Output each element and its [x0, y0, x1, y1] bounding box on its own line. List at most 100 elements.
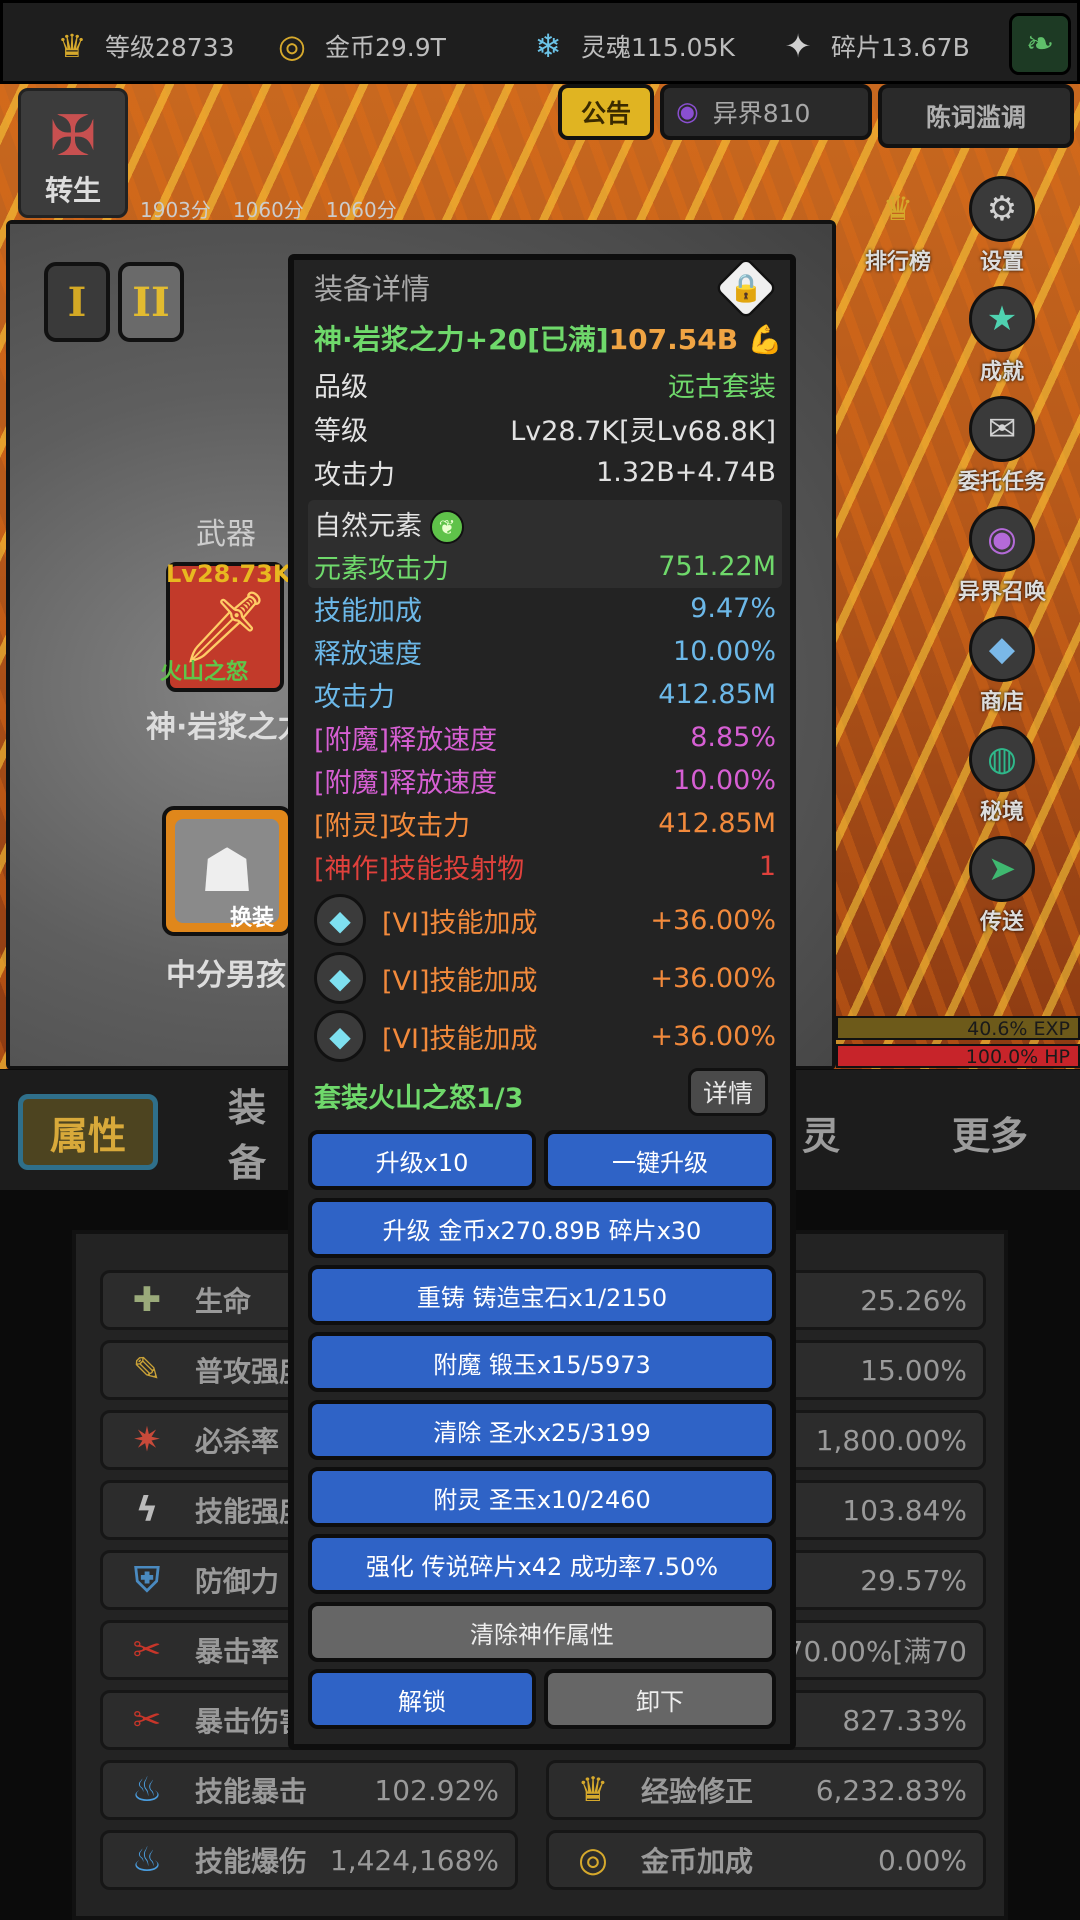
slash-icon: ✂ — [132, 1700, 162, 1740]
otherworld-button[interactable]: ◉ 异界810 — [660, 84, 872, 140]
spirit-attach-button[interactable]: 附灵 圣玉x10/2460 — [308, 1467, 776, 1527]
row-key: 攻击力 — [314, 681, 395, 713]
affix-row: 释放速度 10.00% — [314, 631, 776, 671]
enchant-button[interactable]: 附魔 锻玉x15/5973 — [308, 1332, 776, 1392]
coin-icon: ◎ — [578, 1840, 608, 1880]
equipment-title: 神·岩浆之力+20[已满] — [314, 323, 609, 356]
nature-leaf-icon: ❦ — [430, 510, 464, 545]
equipment-power: 107.54B — [608, 323, 739, 356]
quest-button[interactable]: ✉ 委托任务 — [942, 396, 1062, 496]
slash-icon: ✂ — [132, 1630, 162, 1670]
crown-icon: ♛ — [577, 1770, 609, 1810]
gem-key: [VI]技能加成 — [382, 907, 538, 939]
row-value: 10.00% — [673, 764, 776, 796]
achievements-button[interactable]: ★ 成就 — [942, 286, 1062, 386]
affix-row: [神作]技能投射物 1 — [314, 846, 776, 886]
upgrade-cost-button[interactable]: 升级 金币x270.89B 碎片x30 — [308, 1198, 776, 1258]
stat-value: 6,232.83% — [815, 1773, 967, 1807]
element-name: 自然元素 — [314, 510, 422, 542]
health-icon: ✚ — [132, 1280, 162, 1320]
quest-icon: ✉ — [969, 396, 1035, 462]
set-progress: 套装火山之怒1/3 — [314, 1083, 524, 1114]
tab-spirit[interactable]: 灵 — [796, 1094, 846, 1170]
shop-button[interactable]: ◆ 商店 — [942, 616, 1062, 716]
row-element-attack: 元素攻击力 751.22M — [314, 546, 776, 586]
row-key: 攻击力 — [314, 459, 395, 491]
gem-value: +36.00% — [650, 1020, 776, 1052]
rebirth-button[interactable]: ✠ 转生 — [18, 88, 128, 218]
shop-label: 商店 — [979, 690, 1024, 715]
clear-button[interactable]: 清除 圣水x25/3199 — [308, 1400, 776, 1460]
weapon-level: Lv28.73K — [166, 560, 292, 588]
row-key: 等级 — [314, 415, 368, 447]
stat-exp-modifier: ♛ 经验修正 6,232.83% — [546, 1760, 986, 1820]
soul-resource: ❄ 灵魂115.05K — [525, 21, 735, 71]
stat-value: 25.26% — [860, 1283, 967, 1317]
unlock-button[interactable]: 解锁 — [308, 1669, 536, 1729]
stat-value: 103.84% — [842, 1493, 967, 1527]
tab-attributes[interactable]: 属性 — [18, 1094, 158, 1170]
row-key: 元素攻击力 — [314, 553, 449, 585]
ranking-label: 排行榜 — [864, 250, 931, 275]
skill-timers: 1903分 1060分 1060分 — [140, 194, 397, 223]
crit-icon: ✷ — [132, 1420, 162, 1460]
rebirth-label: 转生 — [44, 174, 101, 207]
row-value: 1.32B+4.74B — [596, 456, 776, 488]
clear-divine-button[interactable]: 清除神作属性 — [308, 1602, 776, 1662]
row-value: 远古套装 — [668, 371, 776, 403]
muscle-icon: 💪 — [747, 323, 783, 356]
set-detail-button[interactable]: 详情 — [688, 1068, 768, 1116]
secret-realm-button[interactable]: ◍ 秘境 — [942, 726, 1062, 826]
stat-value: 1,800.00% — [815, 1423, 967, 1457]
otherworld-summon-button[interactable]: ◉ 异界召唤 — [942, 506, 1062, 606]
unequip-button[interactable]: 卸下 — [544, 1669, 776, 1729]
soul-icon: ❄ — [534, 27, 562, 65]
level-resource: ♛ 等级28733 — [49, 21, 235, 71]
one-click-upgrade-button[interactable]: 一键升级 — [544, 1130, 776, 1190]
stat-value: 102.92% — [374, 1773, 499, 1807]
affix-row: 技能加成 9.47% — [314, 588, 776, 628]
row-value: 412.85M — [658, 678, 776, 710]
row-key: [附魔]释放速度 — [314, 724, 498, 756]
loadout-tab-1[interactable]: I — [44, 262, 110, 342]
hp-bar: 100.0% HP — [836, 1044, 1080, 1068]
upgrade-x10-button[interactable]: 升级x10 — [308, 1130, 536, 1190]
otherworld-label: 异界810 — [712, 99, 811, 128]
stat-name: 金币加成 — [641, 1845, 754, 1878]
diamond-icon: ◆ — [314, 1010, 366, 1062]
row-value: 751.22M — [658, 550, 776, 582]
lightning-icon: ϟ — [135, 1490, 159, 1530]
ranking-button[interactable]: ♛ 排行榜 — [838, 176, 958, 276]
stat-value: 0.00% — [878, 1843, 967, 1877]
strengthen-button[interactable]: 强化 传说碎片x42 成功率7.50% — [308, 1534, 776, 1594]
trophy-icon: ♛ — [882, 189, 914, 229]
row-value: 9.47% — [690, 592, 776, 624]
gem-value: +36.00% — [650, 962, 776, 994]
reforge-button[interactable]: 重铸 铸造宝石x1/2150 — [308, 1265, 776, 1325]
stat-value: 70.00%[满70 — [785, 1635, 967, 1668]
leaf-menu-icon[interactable]: ❧ — [1009, 13, 1071, 75]
achievements-label: 成就 — [979, 360, 1024, 385]
notice-button[interactable]: 公告 — [558, 84, 654, 140]
lock-icon[interactable]: 🔒 — [714, 256, 778, 320]
stat-skill-crit: ♨ 技能暴击 102.92% — [100, 1760, 518, 1820]
settings-label: 设置 — [979, 250, 1024, 275]
portal-icon: ◉ — [969, 506, 1035, 572]
gem-row: ◆ [VI]技能加成 +36.00% — [314, 950, 776, 1006]
row-attack: 攻击力 1.32B+4.74B — [314, 452, 776, 492]
diamond-icon: ◆ — [314, 894, 366, 946]
flame-icon: ♨ — [131, 1770, 163, 1810]
affix-row: [附魔]释放速度 10.00% — [314, 760, 776, 800]
row-key: 品级 — [314, 371, 368, 403]
exp-bar: 40.6% EXP — [836, 1016, 1080, 1040]
teleport-button[interactable]: ➤ 传送 — [942, 836, 1062, 936]
tab-more[interactable]: 更多 — [940, 1094, 1040, 1170]
soul-value: 灵魂115.05K — [581, 33, 735, 62]
gem-row: ◆ [VI]技能加成 +36.00% — [314, 1008, 776, 1064]
shard-icon: ✦ — [784, 27, 812, 65]
row-element: 自然元素 ❦ — [314, 504, 776, 545]
loadout-tab-2[interactable]: II — [118, 262, 184, 342]
settings-button[interactable]: ⚙ 设置 — [942, 176, 1062, 276]
level-value: 等级28733 — [105, 33, 235, 62]
chenci-button[interactable]: 陈词滥调 — [878, 84, 1074, 148]
